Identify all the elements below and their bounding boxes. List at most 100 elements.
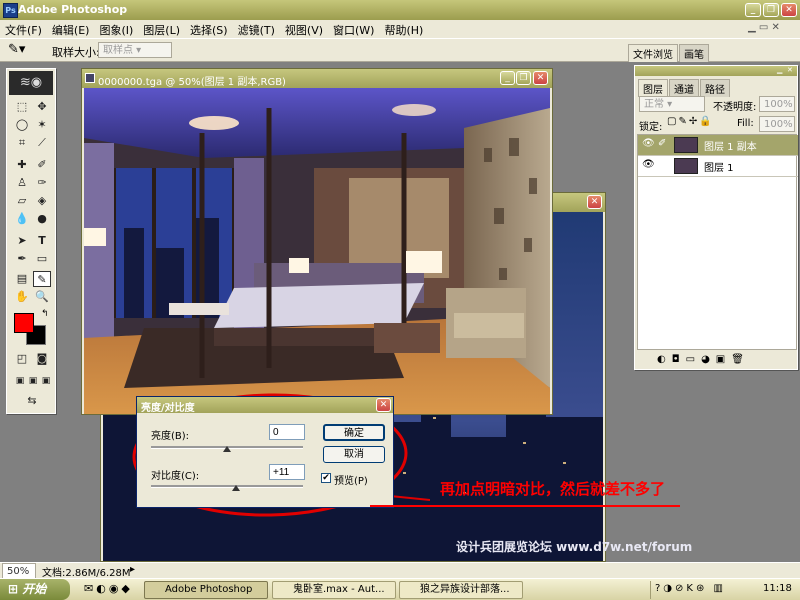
quick-mask-icon[interactable]: ◙ xyxy=(33,351,51,367)
sample-size-select[interactable]: 取样点 ▾ xyxy=(98,42,172,58)
contrast-slider-track[interactable] xyxy=(151,485,303,488)
status-menu-arrow-icon[interactable]: ▸ xyxy=(130,564,135,575)
start-label: 开始 xyxy=(22,582,47,596)
quick-launch-icons[interactable]: ✉◐◉◆ xyxy=(84,582,133,595)
zoom-icon[interactable]: 🔍 xyxy=(33,289,51,305)
crop-icon[interactable]: ⌗ xyxy=(13,135,31,151)
move-icon[interactable]: ✥ xyxy=(33,99,51,115)
path-selection-icon[interactable]: ➤ xyxy=(13,233,31,249)
tab-brushes[interactable]: 画笔 xyxy=(679,44,709,62)
tab-layers[interactable]: 图层 xyxy=(638,79,668,97)
layers-palette-minimize[interactable]: ▁ xyxy=(777,66,786,75)
layer-row[interactable]: 👁 图层 1 xyxy=(638,156,798,177)
blend-mode-value: 正常 xyxy=(644,99,664,110)
document-size: 文档:2.86M/6.28M xyxy=(42,568,131,579)
history-brush-icon[interactable]: ✑ xyxy=(33,175,51,191)
notes-icon[interactable]: ▤ xyxy=(13,271,31,287)
jump-to-imageready-icon[interactable]: ⇆ xyxy=(13,393,51,409)
background-doc-close-button[interactable]: ✕ xyxy=(587,195,602,209)
main-doc-maximize-button[interactable]: ❐ xyxy=(516,71,531,85)
foreground-color-swatch-top[interactable] xyxy=(14,313,34,333)
clone-stamp-icon[interactable]: ♙ xyxy=(13,175,31,191)
layer-row[interactable]: 👁 ✐ 图层 1 副本 xyxy=(638,135,798,156)
app-title: Adobe Photoshop xyxy=(18,3,128,16)
magic-wand-icon[interactable]: ✶ xyxy=(33,117,51,133)
lasso-icon[interactable]: ◯ xyxy=(13,117,31,133)
layers-palette-title-bar[interactable]: ▁ ✕ xyxy=(635,66,797,76)
menu-select[interactable]: 选择(S) xyxy=(185,20,233,38)
hand-icon[interactable]: ✋ xyxy=(13,289,31,305)
clock: 11:18 xyxy=(763,583,792,594)
task-photoshop[interactable]: Adobe Photoshop xyxy=(144,581,268,599)
standard-mode-icon[interactable]: ◰ xyxy=(13,351,31,367)
slice-icon[interactable]: ⟋ xyxy=(33,135,51,151)
opacity-value: 100% xyxy=(764,99,793,110)
photoshop-icon: Ps xyxy=(3,3,18,18)
menu-view[interactable]: 视图(V) xyxy=(280,20,328,38)
opacity-label: 不透明度: xyxy=(713,102,757,113)
dialog-title-bar[interactable]: 亮度/对比度 ✕ xyxy=(137,397,393,414)
menu-layer[interactable]: 图层(L) xyxy=(138,20,185,38)
feather-logo-icon[interactable]: ≋◉ xyxy=(9,71,53,95)
type-tool-icon[interactable]: T xyxy=(33,233,51,249)
layers-list: 👁 ✐ 图层 1 副本 👁 图层 1 xyxy=(637,134,798,350)
marquee-icon[interactable]: ⬚ xyxy=(13,99,31,115)
tray-icons[interactable]: ?◑⊘K⊛ ▥ xyxy=(655,583,726,594)
dialog-close-button[interactable]: ✕ xyxy=(376,398,391,412)
layers-palette-close[interactable]: ✕ xyxy=(787,66,796,75)
menu-file[interactable]: 文件(F) xyxy=(0,20,47,38)
doc-window-controls[interactable]: ▁ ▭ ✕ xyxy=(748,22,798,36)
menu-help[interactable]: 帮助(H) xyxy=(379,20,428,38)
visibility-eye-icon[interactable]: 👁 xyxy=(642,138,655,149)
contrast-slider-thumb[interactable] xyxy=(232,485,240,491)
rectangle-shape-icon[interactable]: ▭ xyxy=(33,251,51,267)
contrast-input[interactable] xyxy=(269,464,305,480)
brush-link-icon[interactable]: ✐ xyxy=(658,138,666,149)
brush-icon[interactable]: ✐ xyxy=(33,157,51,173)
layer-thumbnail xyxy=(674,137,698,153)
main-doc-minimize-button[interactable]: _ xyxy=(500,71,515,85)
annotation-underline xyxy=(370,505,680,507)
tab-channels[interactable]: 通道 xyxy=(669,79,699,97)
blend-mode-select[interactable]: 正常 ▾ xyxy=(639,96,705,112)
taskbar: ⊞ 开始 ✉◐◉◆ Adobe Photoshop 鬼卧室.max - Aut.… xyxy=(0,578,800,600)
layer-name: 图层 1 xyxy=(704,163,734,174)
healing-brush-icon[interactable]: ✚ xyxy=(13,157,31,173)
sample-size-label: 取样大小: xyxy=(52,46,100,59)
layer-actions-icons[interactable]: ◐◘▭◕▣🗑 xyxy=(657,354,750,365)
task-3dsmax[interactable]: 鬼卧室.max - Aut... xyxy=(272,581,396,599)
start-button[interactable]: ⊞ 开始 xyxy=(0,579,70,600)
visibility-eye-icon[interactable]: 👁 xyxy=(642,159,655,170)
menu-filter[interactable]: 滤镜(T) xyxy=(233,20,280,38)
minimize-button[interactable]: _ xyxy=(745,3,761,17)
eyedropper-icon[interactable]: ✎▾ xyxy=(8,42,25,57)
screen-mode-full-icon[interactable]: ▣ xyxy=(37,373,55,389)
menu-window[interactable]: 窗口(W) xyxy=(328,20,379,38)
menu-image[interactable]: 图象(I) xyxy=(94,20,138,38)
tab-paths[interactable]: 路径 xyxy=(700,79,730,97)
lock-options-icon[interactable]: ▢✎✢🔒 xyxy=(667,116,714,127)
fill-field[interactable]: 100% xyxy=(759,116,795,132)
brightness-input[interactable] xyxy=(269,424,305,440)
dodge-icon[interactable]: ● xyxy=(33,211,51,227)
pen-icon[interactable]: ✒ xyxy=(13,251,31,267)
zoom-value: 50% xyxy=(7,566,30,577)
cancel-button[interactable]: 取消 xyxy=(323,446,385,463)
menu-edit[interactable]: 编辑(E) xyxy=(47,20,95,38)
ok-button[interactable]: 确定 xyxy=(323,424,385,441)
brightness-slider-thumb[interactable] xyxy=(223,446,231,452)
paint-bucket-icon[interactable]: ◈ xyxy=(33,193,51,209)
close-button[interactable]: ✕ xyxy=(781,3,797,17)
blur-icon[interactable]: 💧 xyxy=(13,211,31,227)
eyedropper-tool-icon[interactable]: ✎ xyxy=(33,271,51,287)
tab-file-browser[interactable]: 文件浏览 xyxy=(628,44,678,62)
swap-colors-icon[interactable]: ↰ xyxy=(41,309,49,319)
zoom-field[interactable]: 50% xyxy=(2,563,36,579)
main-doc-close-button[interactable]: ✕ xyxy=(533,71,548,85)
main-document-window: 0000000.tga @ 50%(图层 1 副本,RGB) _ ❐ ✕ xyxy=(81,68,553,415)
task-browser[interactable]: 狼之异族设计部落... xyxy=(399,581,523,599)
eraser-icon[interactable]: ▱ xyxy=(13,193,31,209)
preview-checkbox[interactable]: ✔ xyxy=(321,473,331,483)
maximize-button[interactable]: ❐ xyxy=(763,3,779,17)
opacity-field[interactable]: 100% xyxy=(759,96,795,112)
